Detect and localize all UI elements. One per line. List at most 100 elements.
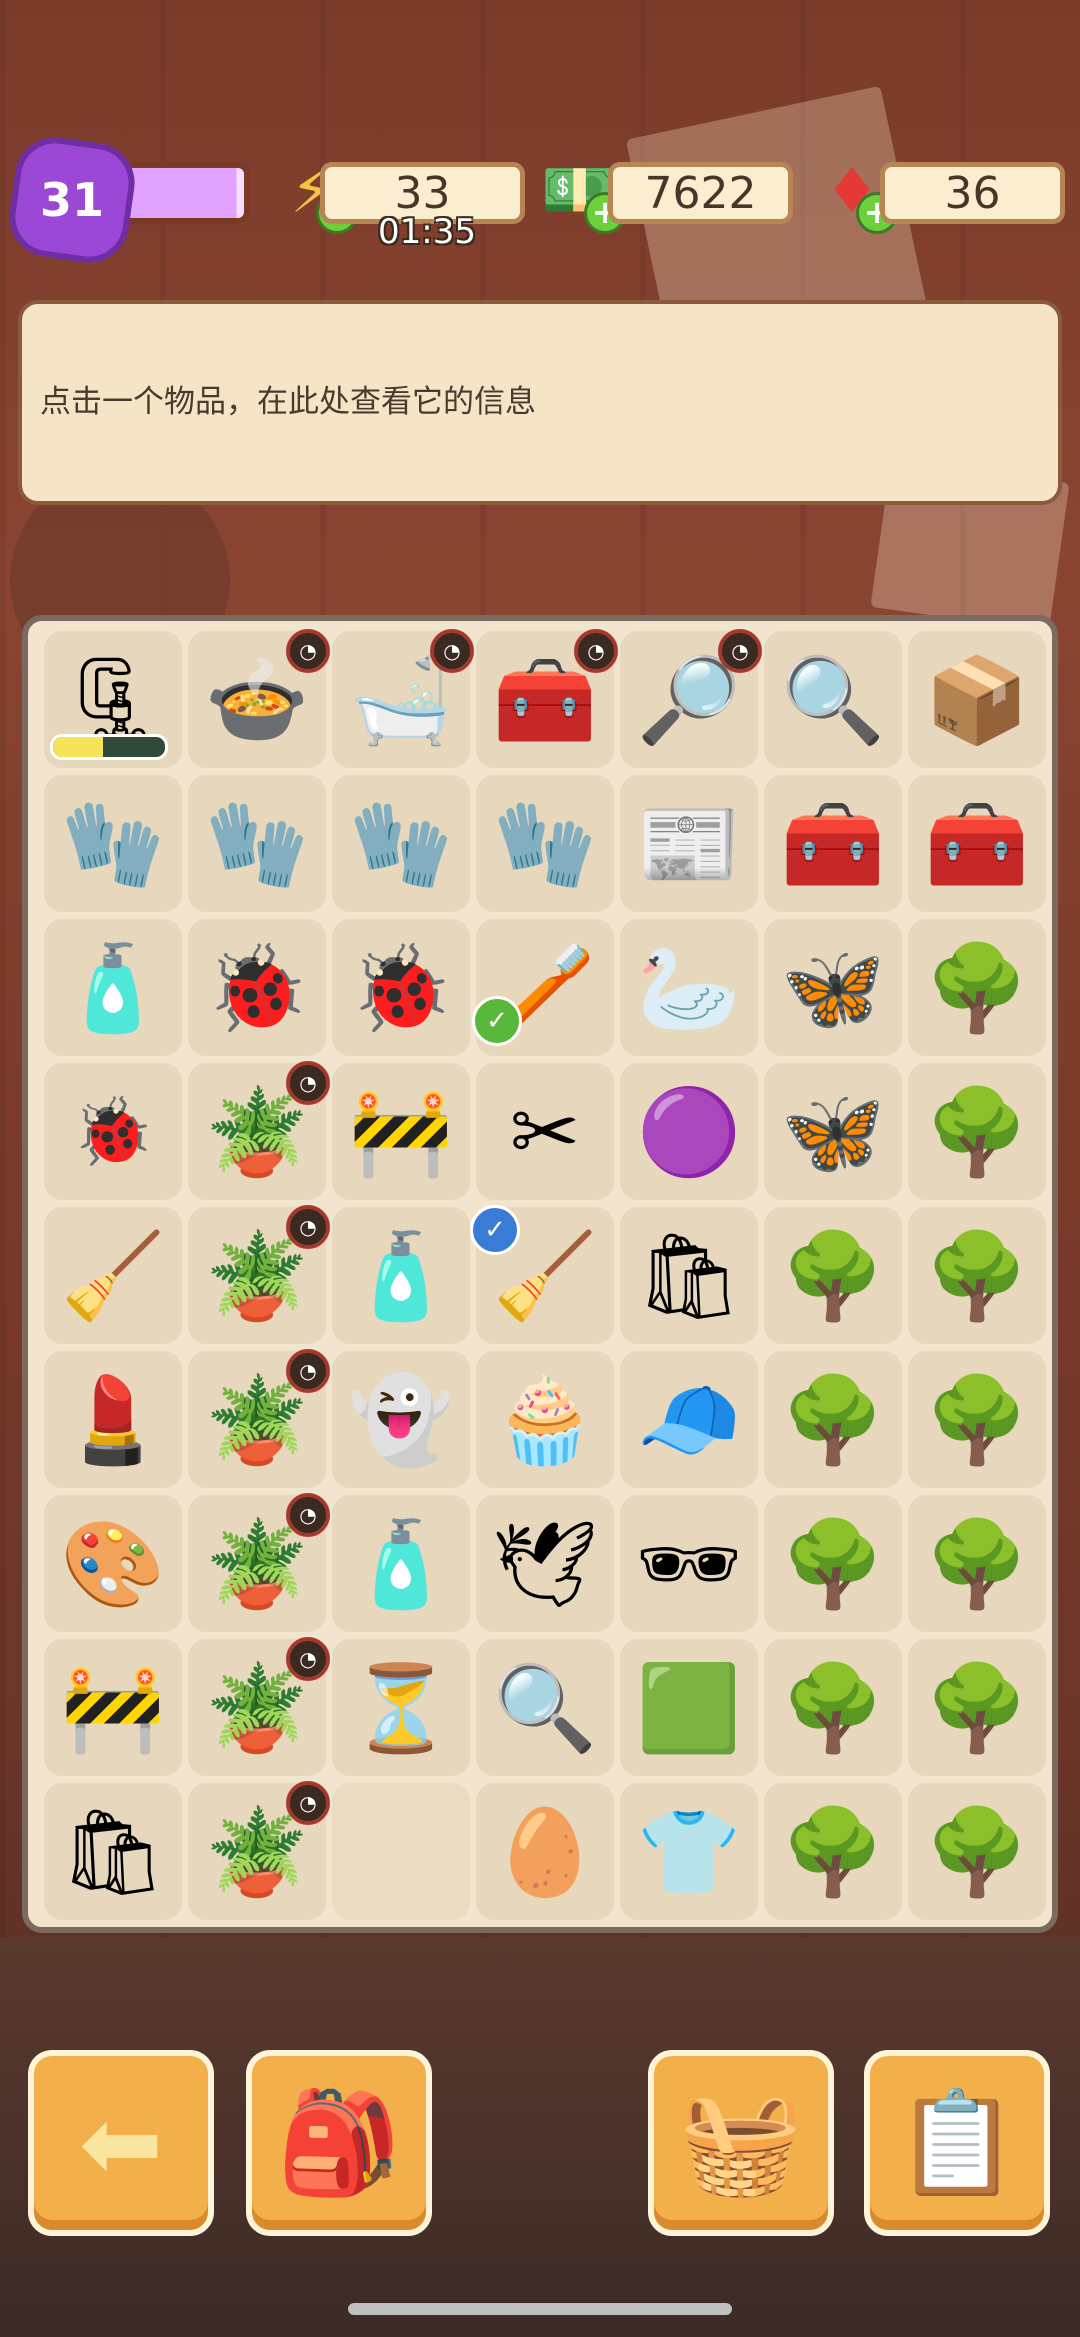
board-cell[interactable]: 🪴 ◔ [188, 1637, 330, 1776]
potted-tree-icon: 🪴 [204, 1370, 310, 1469]
timer-clock-icon: ◔ [286, 1493, 330, 1537]
board-cell[interactable]: 🌳 [764, 1207, 902, 1344]
timer-clock-icon: ◔ [574, 629, 618, 673]
board-cell[interactable]: 🪴 ◔ [188, 1205, 330, 1344]
board-cell[interactable]: 🔍 [764, 631, 902, 768]
board-cell[interactable]: 🔎 ◔ [620, 629, 762, 768]
pliers-tool-icon: 🗜 [59, 650, 167, 749]
board-cell[interactable]: 🧹 [44, 1207, 182, 1344]
red-toolbox-icon: 🧰 [780, 794, 886, 893]
board-cell[interactable]: 📦 [908, 631, 1046, 768]
green-cloth-icon: 👕 [636, 1802, 742, 1901]
board-cell[interactable]: 🐞 [44, 1063, 182, 1200]
board-cell[interactable]: 🧴 [332, 1207, 470, 1344]
board-cell[interactable]: 🌳 [908, 1351, 1046, 1488]
board-cell[interactable]: 🌳 [908, 919, 1046, 1056]
board-cell[interactable]: 🧴 [332, 1495, 470, 1632]
white-flower-tree-icon: 🌳 [780, 1370, 886, 1469]
red-gloves-icon: 🧤 [348, 794, 454, 893]
board-cell[interactable]: 🌳 [764, 1639, 902, 1776]
board-cell[interactable]: 🪥 ✓ [472, 919, 614, 1056]
board-cell[interactable]: 🦋 [764, 919, 902, 1056]
board-cell[interactable]: 🧰 [764, 775, 902, 912]
star-clipboard-icon: 📋 [894, 2084, 1020, 2201]
board-cell[interactable]: 👻 [332, 1351, 470, 1488]
red-pruning-shears-icon: ✂ [509, 1082, 581, 1181]
board-cell[interactable]: ✂ [476, 1063, 614, 1200]
board-cell[interactable]: 🐞 [332, 919, 470, 1056]
board-cell[interactable]: 🪴 ◔ [188, 1349, 330, 1488]
board-cell[interactable]: ⏳ [332, 1639, 470, 1776]
red-open-toolbox-icon: 🧰 [924, 794, 1030, 893]
board-cell[interactable]: 🐞 [188, 919, 326, 1056]
board-cell[interactable]: 🌳 [764, 1783, 902, 1920]
board-cell[interactable]: 🧤 [476, 775, 614, 912]
backpack-button[interactable]: 🎒 [246, 2050, 432, 2236]
board-cell[interactable]: 🛁 ◔ [332, 629, 474, 768]
potted-tree-icon: 🪴 [204, 1082, 310, 1181]
board-cell[interactable]: 🧰 [908, 775, 1046, 912]
board-cell[interactable]: 🕊 [476, 1495, 614, 1632]
board-cell[interactable]: 🥚 [476, 1783, 614, 1920]
shop-basket-button[interactable]: 🧺 [648, 2050, 834, 2236]
board-cell[interactable]: 🗜 [44, 631, 182, 768]
board-cell[interactable]: 🧤 [332, 775, 470, 912]
board-cell[interactable]: 🧢 [620, 1351, 758, 1488]
board-cell[interactable]: 🌳 [764, 1351, 902, 1488]
timer-clock-icon: ◔ [286, 1781, 330, 1825]
gem-counter: 36 [880, 162, 1065, 224]
timer-clock-icon: ◔ [286, 1637, 330, 1681]
green-pillow-icon: 🟩 [636, 1658, 742, 1757]
level-badge[interactable]: 31 [4, 132, 140, 268]
board-cell[interactable]: 🟣 [620, 1063, 758, 1200]
price-flyer-icon: 📰 [636, 794, 742, 893]
board-cell[interactable]: 🌳 [908, 1207, 1046, 1344]
board-cell[interactable]: 🟩 [620, 1639, 758, 1776]
board-cell[interactable]: 🦢 [620, 919, 758, 1056]
back-button[interactable]: ⬅ [28, 2050, 214, 2236]
board-cell[interactable]: 🌳 [908, 1063, 1046, 1200]
timer-clock-icon: ◔ [718, 629, 762, 673]
board-cell[interactable]: 🪴 ◔ [188, 1493, 330, 1632]
hatching-egg-icon: 🥚 [492, 1802, 598, 1901]
ladybug-pair-icon: 🐞 [348, 938, 454, 1037]
soap-bottle-icon: 🧴 [60, 938, 166, 1037]
board-cell[interactable]: 🎨 [44, 1495, 182, 1632]
checkmark-icon: ✓ [470, 1205, 520, 1255]
board-cell[interactable]: 💄 [44, 1351, 182, 1488]
board-cell[interactable]: 🛍 [44, 1783, 182, 1920]
board-cell[interactable]: 🧰 ◔ [476, 629, 618, 768]
board-cell[interactable]: 🪴 ◔ [188, 1781, 330, 1920]
green-gold-chest-icon: 🧰 [492, 650, 598, 749]
board-cell[interactable]: 🧤 [188, 775, 326, 912]
orders-clipboard-button[interactable]: 📋 [864, 2050, 1050, 2236]
board-cell[interactable]: 👕 [620, 1783, 758, 1920]
board-cell[interactable]: 🦋 [764, 1063, 902, 1200]
board-cell[interactable]: 🧁 [476, 1351, 614, 1488]
timer-clock-icon: ◔ [286, 1205, 330, 1249]
board-cell-empty[interactable] [332, 1783, 470, 1920]
board-cell[interactable]: 🕶 [620, 1495, 758, 1632]
board-cell[interactable]: 🌳 [908, 1495, 1046, 1632]
board-cell[interactable]: 🧹 ✓ [470, 1205, 614, 1344]
board-cell[interactable]: 🧤 [44, 775, 182, 912]
board-cell[interactable]: 🚧 [332, 1063, 470, 1200]
item-progress-fill [53, 737, 104, 757]
crime-scene-bench-icon: 🔍 [780, 650, 886, 749]
board-cell[interactable]: 🔍 [476, 1639, 614, 1776]
board-cell[interactable]: 🛍 [620, 1207, 758, 1344]
home-indicator[interactable] [348, 2303, 732, 2315]
pink-tube-icon: 🧴 [348, 1226, 454, 1325]
board-cell[interactable]: 📰 [620, 775, 758, 912]
board-cell[interactable]: 🌳 [908, 1639, 1046, 1776]
board-cell[interactable]: 🪴 ◔ [188, 1061, 330, 1200]
board-cell[interactable]: 🌳 [764, 1495, 902, 1632]
green-cap-icon: 🧢 [636, 1370, 742, 1469]
board-cell[interactable]: 🚧 [44, 1639, 182, 1776]
potted-tree-icon: 🪴 [204, 1658, 310, 1757]
board-cell[interactable]: 🧴 [44, 919, 182, 1056]
board-cell[interactable]: 🌳 [908, 1783, 1046, 1920]
board-cell[interactable]: 🍲 ◔ [188, 629, 330, 768]
potted-tree-icon: 🪴 [204, 1514, 310, 1613]
white-flower-tree-icon: 🌳 [924, 1514, 1030, 1613]
